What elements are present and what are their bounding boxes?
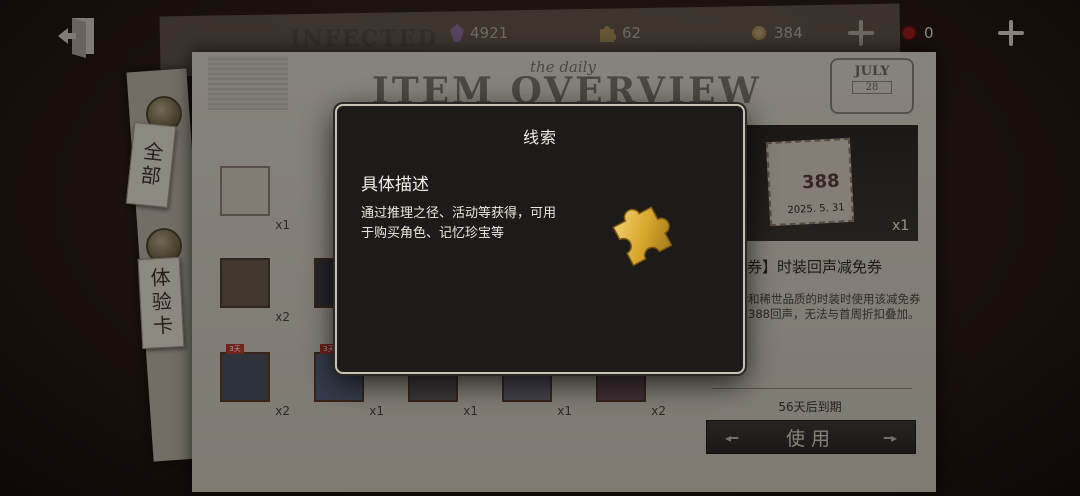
dialog-title: 线索 — [522, 128, 557, 147]
dialog-subtitle: 具体描述 — [361, 175, 429, 195]
puzzle-piece-icon — [612, 206, 673, 267]
clue-info-dialog: 线索 具体描述 通过推理之径、活动等获得，可用于购买角色、记忆珍宝等 — [335, 104, 745, 374]
dialog-description: 通过推理之径、活动等获得，可用于购买角色、记忆珍宝等 — [361, 206, 557, 241]
